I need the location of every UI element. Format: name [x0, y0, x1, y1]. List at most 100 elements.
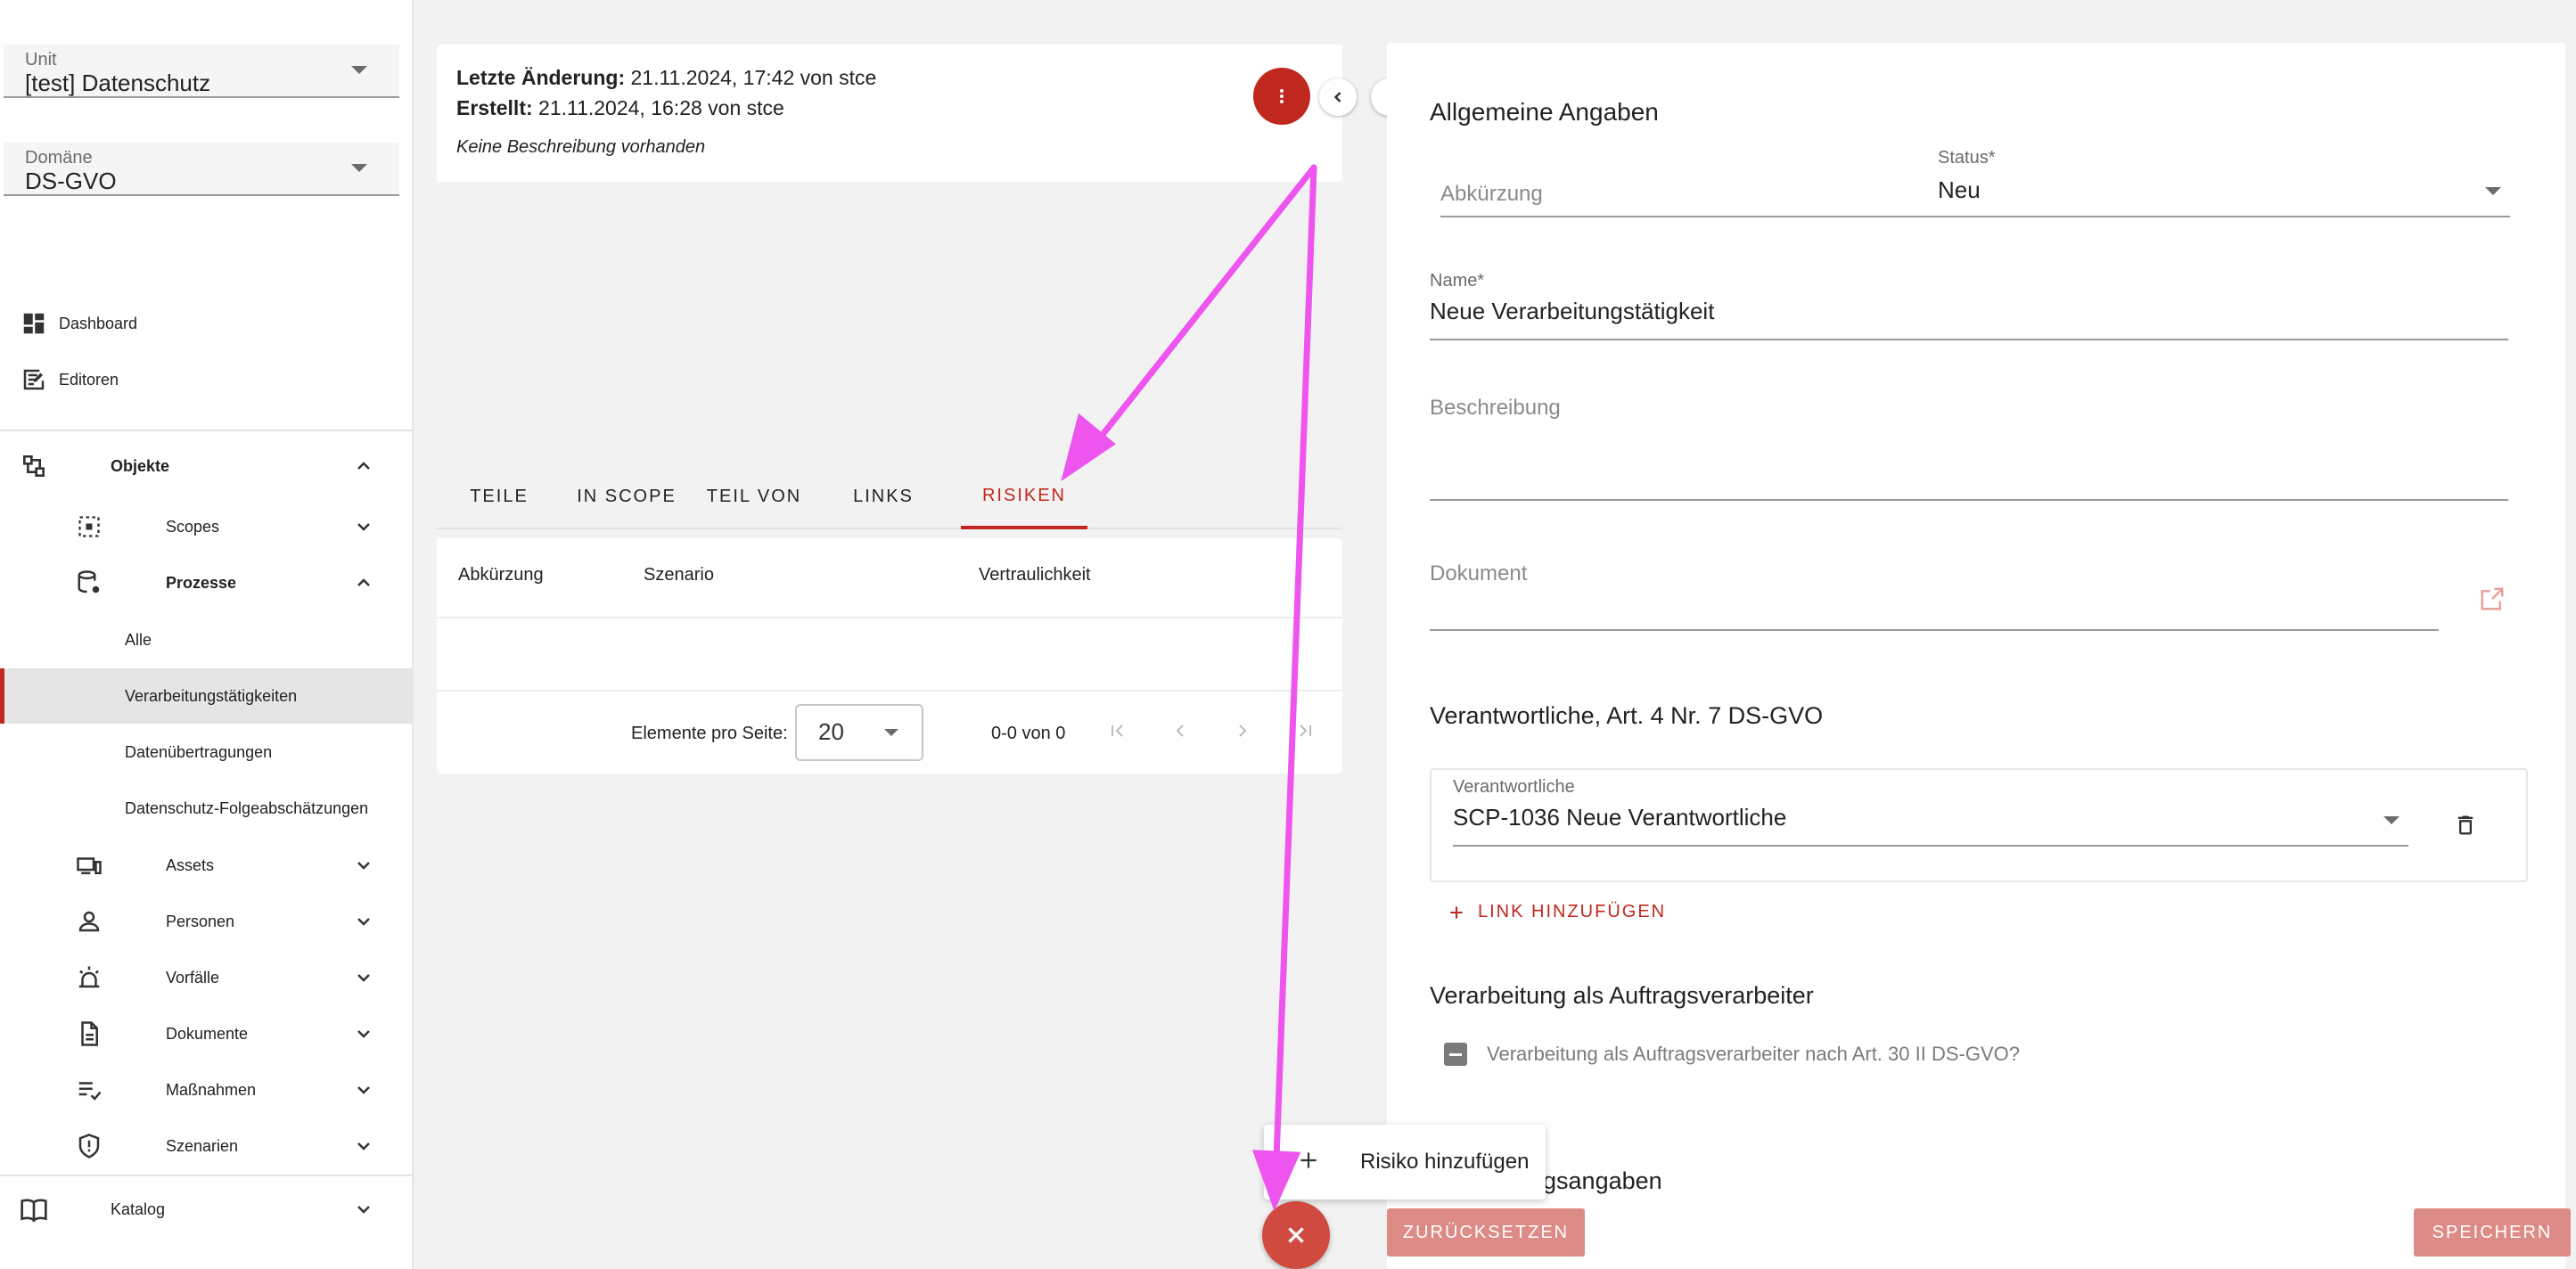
responsible-section-title: Verantwortliche, Art. 4 Nr. 7 DS-GVO — [1430, 702, 1824, 729]
nav-szenarien-label: Szenarien — [166, 1136, 239, 1155]
add-link-button[interactable]: LINK HINZUFÜGEN — [1448, 902, 1666, 922]
column-header-abkuerzung[interactable]: Abkürzung — [458, 565, 544, 585]
chevron-left-icon — [1176, 725, 1184, 737]
add-risk-action[interactable]: Risiko hinzufügen — [1264, 1125, 1546, 1199]
dropdown-arrow-icon — [2485, 187, 2501, 195]
items-per-page-value: 20 — [818, 718, 844, 745]
add-link-label: LINK HINZUFÜGEN — [1478, 902, 1667, 921]
process-database-icon — [71, 565, 107, 601]
chevron-up-icon — [346, 448, 381, 484]
nav-scopes[interactable]: Scopes — [0, 499, 412, 554]
nav-alle[interactable]: Alle — [0, 612, 412, 667]
nav-vorfaelle[interactable]: Vorfälle — [0, 950, 412, 1005]
nav-massnahmen-label: Maßnahmen — [166, 1080, 257, 1099]
chevron-down-icon — [346, 1128, 381, 1164]
more-actions-button[interactable] — [1253, 68, 1310, 125]
nav-dokumente-label: Dokumente — [166, 1024, 249, 1043]
last-changed-line: Letzte Änderung: 21.11.2024, 17:42 von s… — [456, 66, 876, 90]
nav-dokumente[interactable]: Dokumente — [0, 1006, 412, 1061]
description-input[interactable]: Beschreibung — [1430, 396, 2508, 501]
status-select[interactable]: Status* Neu — [1938, 148, 2510, 217]
nav-verarbeitungstaetigkeiten[interactable]: Verarbeitungstätigkeiten — [0, 668, 412, 724]
items-per-page-select[interactable]: 20 — [795, 704, 923, 761]
nav-dashboard-label: Dashboard — [59, 314, 138, 332]
nav-massnahmen[interactable]: Maßnahmen — [0, 1062, 412, 1118]
tab-teil-von[interactable]: TEIL VON — [692, 465, 816, 528]
nav-vorfaelle-label: Vorfälle — [166, 968, 220, 987]
name-input[interactable]: Name* Neue Verarbeitungstätigkeit — [1430, 271, 2508, 340]
previous-page-button[interactable] — [1162, 713, 1198, 749]
processor-checkbox-label: Verarbeitung als Auftragsverarbeiter nac… — [1487, 1043, 2020, 1065]
nav-editoren[interactable]: Editoren — [0, 352, 412, 407]
responsible-select[interactable]: Verantwortliche SCP-1036 Neue Verantwort… — [1453, 777, 2408, 847]
chevron-down-icon — [346, 1016, 381, 1052]
dropdown-arrow-icon — [2383, 816, 2400, 824]
shield-alert-icon — [71, 1128, 107, 1164]
close-speed-dial-button[interactable] — [1262, 1201, 1330, 1269]
sidebar-divider — [0, 430, 412, 431]
last-page-icon — [1300, 725, 1311, 737]
person-icon — [71, 904, 107, 939]
abbreviation-input[interactable]: Abkürzung — [1440, 169, 1966, 217]
nav-prozesse[interactable]: Prozesse — [0, 555, 412, 610]
tab-risiken[interactable]: RISIKEN — [961, 465, 1087, 529]
dashboard-icon — [16, 306, 52, 341]
nav-dsfa[interactable]: Datenschutz-Folgeabschätzungen — [0, 781, 412, 836]
last-changed-value: 21.11.2024, 17:42 von stce — [630, 66, 877, 89]
reset-button[interactable]: ZURÜCKSETZEN — [1387, 1208, 1585, 1257]
document-icon — [71, 1016, 107, 1052]
processor-section-title: Verarbeitung als Auftragsverarbeiter — [1430, 982, 1814, 1009]
open-document-button[interactable] — [2474, 581, 2510, 617]
pagination-range: 0-0 von 0 — [991, 724, 1066, 743]
first-page-button[interactable] — [1100, 713, 1136, 749]
chevron-up-icon — [346, 565, 381, 601]
more-vert-icon — [1280, 89, 1284, 103]
nav-prozesse-label: Prozesse — [166, 573, 237, 592]
nav-dashboard[interactable]: Dashboard — [0, 296, 412, 351]
editor-icon — [16, 362, 52, 397]
unit-select-value: [test] Datenschutz — [25, 70, 211, 96]
dropdown-arrow-icon — [884, 729, 898, 736]
column-header-vertraulichkeit[interactable]: Vertraulichkeit — [979, 565, 1091, 585]
chevron-down-icon — [346, 904, 381, 939]
table-divider — [437, 617, 1342, 618]
tab-in-scope[interactable]: IN SCOPE — [562, 465, 692, 528]
tab-teile[interactable]: TEILE — [437, 465, 562, 528]
next-page-button[interactable] — [1225, 713, 1260, 749]
column-header-szenario[interactable]: Szenario — [644, 565, 714, 585]
description-text: Keine Beschreibung vorhanden — [456, 137, 706, 157]
risks-table: Abkürzung Szenario Vertraulichkeit Eleme… — [437, 538, 1342, 774]
document-placeholder: Dokument — [1430, 561, 1528, 585]
domain-select[interactable]: Domäne DS-GVO — [4, 143, 399, 196]
last-changed-label: Letzte Änderung: — [456, 66, 626, 89]
last-page-button[interactable] — [1287, 713, 1323, 749]
nav-personen[interactable]: Personen — [0, 894, 412, 949]
processor-checkbox[interactable] — [1444, 1043, 1467, 1066]
nav-katalog-label: Katalog — [111, 1199, 166, 1218]
items-per-page-label: Elemente pro Seite: — [631, 724, 788, 743]
devices-icon — [71, 847, 107, 883]
name-value: Neue Verarbeitungstätigkeit — [1430, 298, 1715, 324]
nav-scopes-label: Scopes — [166, 517, 220, 536]
delete-link-button[interactable] — [2446, 806, 2485, 845]
nav-szenarien[interactable]: Szenarien — [0, 1118, 412, 1174]
nav-assets[interactable]: Assets — [0, 838, 412, 893]
chevron-down-icon — [346, 847, 381, 883]
nav-assets-label: Assets — [166, 856, 215, 874]
unit-select[interactable]: Unit [test] Datenschutz — [4, 45, 399, 98]
dropdown-arrow-icon — [351, 164, 367, 172]
chevron-down-icon — [346, 509, 381, 544]
previous-button[interactable] — [1319, 78, 1357, 116]
unit-select-label: Unit — [25, 50, 57, 70]
document-input[interactable]: Dokument — [1430, 561, 2439, 631]
sidebar: Unit [test] Datenschutz Domäne DS-GVO Da… — [0, 0, 414, 1269]
nav-objekte[interactable]: Objekte — [0, 438, 412, 494]
abbreviation-placeholder: Abkürzung — [1440, 182, 1543, 206]
tab-links[interactable]: LINKS — [816, 465, 950, 528]
object-info-card: Letzte Änderung: 21.11.2024, 17:42 von s… — [437, 45, 1342, 182]
nav-datenuebertragungen[interactable]: Datenübertragungen — [0, 725, 412, 780]
general-section-title: Allgemeine Angaben — [1430, 98, 1659, 126]
responsible-link-box: Verantwortliche SCP-1036 Neue Verantwort… — [1430, 768, 2528, 882]
nav-katalog[interactable]: Katalog — [0, 1182, 412, 1237]
save-button[interactable]: SPEICHERN — [2414, 1208, 2571, 1257]
